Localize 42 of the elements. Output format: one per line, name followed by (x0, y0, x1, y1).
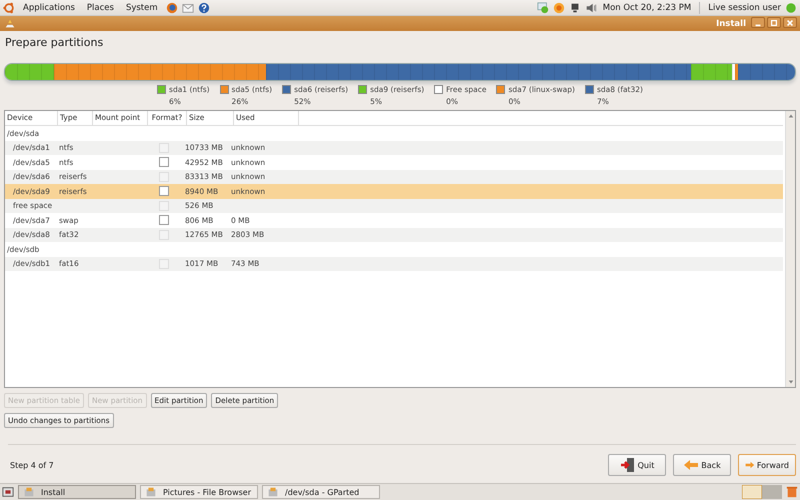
speaker-icon[interactable] (584, 2, 597, 14)
show-desktop-icon[interactable] (2, 486, 14, 498)
globe-icon[interactable] (166, 2, 178, 14)
envelope-icon[interactable] (182, 2, 194, 14)
clock[interactable]: Mon Oct 20, 2:23 PM (602, 2, 692, 12)
format-checkbox[interactable] (159, 186, 169, 196)
taskbar-item[interactable]: /dev/sda - GParted (262, 485, 380, 499)
scroll-down-icon[interactable] (788, 379, 794, 385)
app-icon (267, 486, 279, 498)
close-button[interactable] (783, 17, 797, 28)
scroll-up-icon[interactable] (788, 113, 794, 119)
maximize-icon (770, 18, 778, 26)
menu-item[interactable]: System (126, 2, 158, 12)
ubuntu-logo-icon[interactable] (3, 2, 15, 14)
window-title: Install (716, 18, 746, 28)
menu-item[interactable]: Applications (23, 2, 75, 12)
monitor-icon[interactable] (568, 2, 581, 14)
quit-button[interactable]: Quit (608, 454, 666, 476)
taskbar-item[interactable]: Install (18, 485, 136, 499)
format-checkbox[interactable] (159, 157, 169, 168)
format-checkbox[interactable] (159, 215, 169, 226)
app-icon (145, 486, 157, 498)
close-icon (786, 18, 794, 26)
taskbar-item[interactable]: Pictures - File Browser (140, 485, 258, 499)
workspace-switcher-icon[interactable] (742, 485, 782, 499)
maximize-button[interactable] (767, 17, 781, 28)
help-icon[interactable] (198, 2, 210, 14)
back-button[interactable]: Back (673, 454, 731, 476)
minimize-button[interactable] (751, 17, 765, 28)
scrollbar[interactable] (785, 111, 795, 387)
arrow-left-icon (683, 457, 700, 473)
step-indicator: Step 4 of 7 (10, 460, 54, 470)
page-heading: Prepare partitions (4, 35, 104, 51)
app-icon (23, 486, 35, 498)
forward-button[interactable]: Forward (738, 454, 796, 476)
menu-item[interactable]: Places (86, 2, 114, 12)
status-dot-icon (785, 2, 797, 14)
chat-icon[interactable] (536, 2, 549, 14)
installer-icon (4, 18, 16, 30)
exit-door-icon (620, 457, 636, 473)
user-name[interactable]: Live session user (708, 2, 781, 12)
trash-icon[interactable] (786, 486, 798, 498)
